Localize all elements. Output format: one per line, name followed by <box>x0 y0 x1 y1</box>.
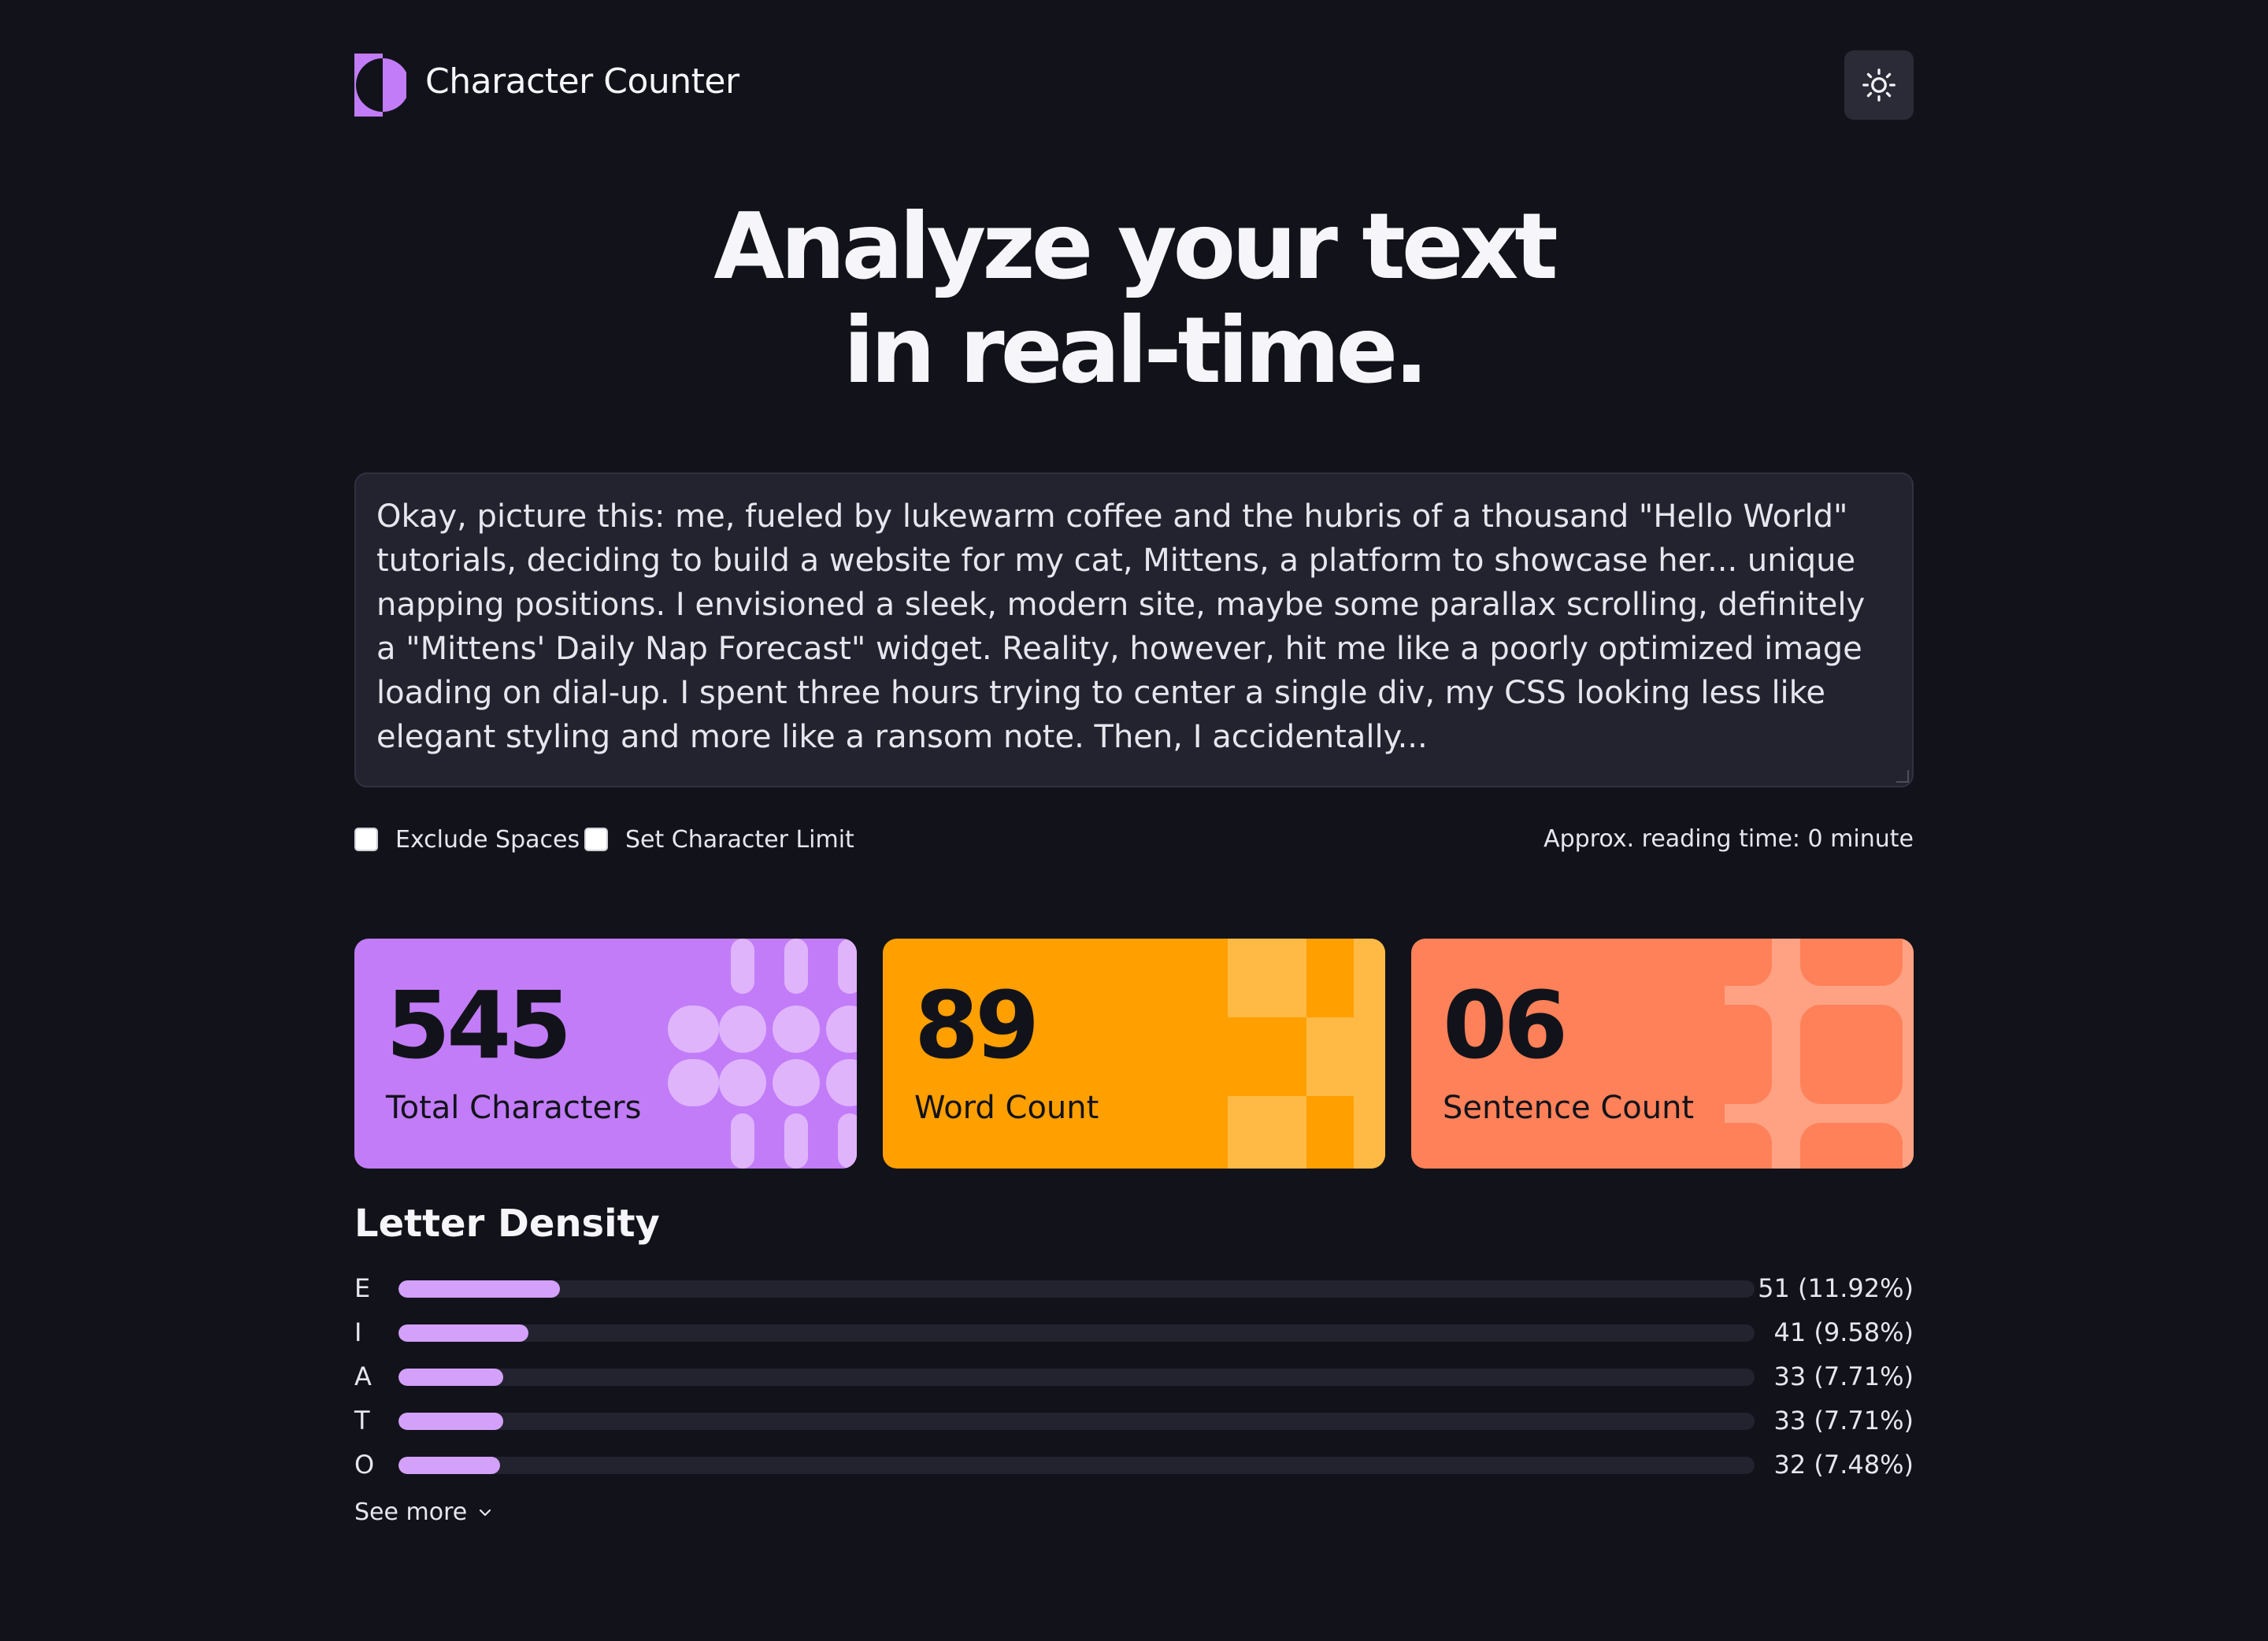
density-row: A 33 (7.71%) <box>354 1361 1914 1392</box>
reading-time: Approx. reading time: 0 minute <box>1544 825 1914 853</box>
density-bar-track <box>398 1457 1755 1474</box>
sentence-count-value: 06 <box>1443 971 1568 1080</box>
hero-line-2: in real-time. <box>843 298 1429 404</box>
word-count-card: 89 Word Count <box>883 939 1385 1169</box>
density-bar-fill <box>398 1457 500 1474</box>
density-letter: O <box>354 1450 375 1480</box>
rounded-squares-pattern-icon <box>1725 939 1914 1169</box>
density-value: 41 (9.58%) <box>1773 1317 1914 1347</box>
density-letter: A <box>354 1361 372 1391</box>
total-characters-value: 545 <box>386 971 572 1080</box>
app-title: Character Counter <box>425 61 739 102</box>
word-count-label: Word Count <box>914 1090 1099 1126</box>
char-limit-option[interactable]: Set Character Limit <box>584 824 854 855</box>
see-more-label: See more <box>354 1498 468 1526</box>
char-limit-checkbox[interactable] <box>584 828 608 851</box>
exclude-spaces-checkbox[interactable] <box>354 828 378 851</box>
density-row: T 33 (7.71%) <box>354 1405 1914 1436</box>
density-bar-track <box>398 1324 1755 1342</box>
density-bar-fill <box>398 1369 503 1386</box>
hero-line-1: Analyze your text <box>713 194 1558 300</box>
chevron-down-icon <box>480 1509 491 1516</box>
sun-icon <box>1862 69 1896 102</box>
page: Character Counter Analyze your text in r… <box>0 0 2268 1641</box>
density-bar-fill <box>398 1324 528 1342</box>
see-more-button[interactable]: See more <box>354 1498 492 1526</box>
density-row: O 32 (7.48%) <box>354 1449 1914 1480</box>
hero-heading: Analyze your text in real-time. <box>0 195 2268 403</box>
density-letter: T <box>354 1406 370 1435</box>
half-circle-logo-icon[interactable] <box>354 54 410 117</box>
density-letter: E <box>354 1273 371 1303</box>
exclude-spaces-label: Exclude Spaces <box>395 825 580 854</box>
word-count-value: 89 <box>914 971 1040 1080</box>
text-input[interactable]: Okay, picture this: me, fueled by lukewa… <box>354 472 1914 787</box>
density-row: I 41 (9.58%) <box>354 1317 1914 1348</box>
density-value: 33 (7.71%) <box>1773 1361 1914 1391</box>
total-characters-card: 545 Total Characters <box>354 939 857 1169</box>
density-bar-track <box>398 1369 1755 1386</box>
sentence-count-label: Sentence Count <box>1443 1090 1695 1126</box>
density-value: 33 (7.71%) <box>1773 1406 1914 1435</box>
density-value: 32 (7.48%) <box>1773 1450 1914 1480</box>
sentence-count-card: 06 Sentence Count <box>1411 939 1914 1169</box>
letter-density-title: Letter Density <box>354 1202 660 1246</box>
header: Character Counter <box>354 50 1914 120</box>
density-row: E 51 (11.92%) <box>354 1272 1914 1304</box>
theme-toggle-button[interactable] <box>1844 50 1914 120</box>
density-bar-fill <box>398 1413 503 1430</box>
density-bar-track <box>398 1280 1755 1298</box>
circles-pattern-icon <box>668 939 857 1169</box>
exclude-spaces-option[interactable]: Exclude Spaces <box>354 824 580 855</box>
density-value: 51 (11.92%) <box>1758 1273 1914 1303</box>
density-letter: I <box>354 1317 362 1347</box>
density-bar-fill <box>398 1280 561 1298</box>
total-characters-label: Total Characters <box>386 1090 642 1126</box>
density-bar-track <box>398 1413 1755 1430</box>
options-row: Exclude Spaces Set Character Limit Appro… <box>354 824 1914 855</box>
char-limit-label: Set Character Limit <box>625 825 854 854</box>
checker-pattern-icon <box>1228 939 1385 1169</box>
